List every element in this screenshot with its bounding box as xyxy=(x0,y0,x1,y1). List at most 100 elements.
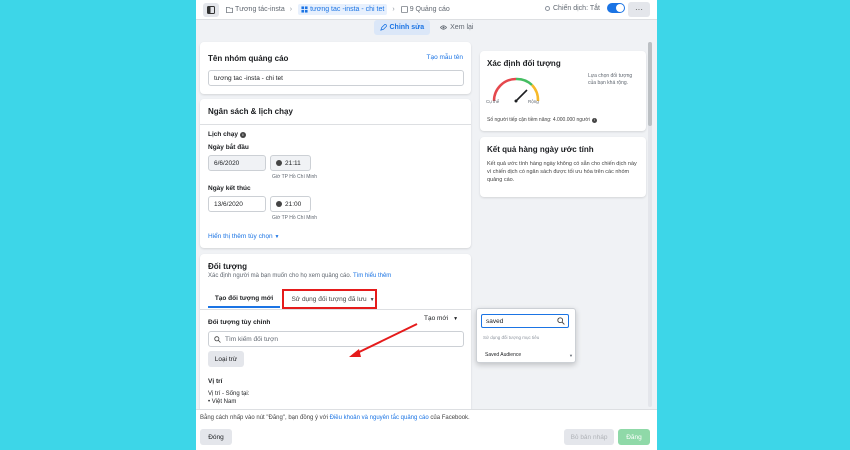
sidebar-toggle-button[interactable] xyxy=(203,2,219,17)
start-time-input[interactable]: 21:11 xyxy=(270,155,311,171)
saved-audience-search-input[interactable]: saved xyxy=(481,314,569,328)
terms-link[interactable]: Điều khoản và nguyên tắc quảng cáo xyxy=(330,415,429,421)
potential-reach-text: Số người tiếp cận tiềm năng: 4.000.000 n… xyxy=(487,117,590,123)
saved-audience-option[interactable]: Saved Audience xyxy=(477,349,569,360)
potential-reach: Số người tiếp cận tiềm năng: 4.000.000 n… xyxy=(487,117,597,123)
breadcrumb-separator: › xyxy=(392,6,395,13)
budget-schedule-card: Ngân sách & lịch chạy Lịch chạy i Ngày b… xyxy=(200,99,471,248)
tab-review[interactable]: Xem lại xyxy=(434,20,479,35)
gauge-note: Lựa chọn đối tượng của bạn khá rộng. xyxy=(588,73,633,86)
audience-search-placeholder: Tìm kiếm đối tượn xyxy=(225,335,279,343)
dropdown-scroll-down-icon[interactable]: ▼ xyxy=(569,353,573,358)
scrollbar-thumb[interactable] xyxy=(648,42,652,126)
custom-audience-label: Đối tượng tùy chỉnh xyxy=(208,319,271,326)
info-icon: i xyxy=(239,131,246,138)
start-time-value: 21:11 xyxy=(285,159,301,167)
caret-down-icon: ▼ xyxy=(274,234,280,240)
ads-manager-window: Tương tác-insta › tương tac -insta - chi… xyxy=(196,0,657,450)
tab-create-new-audience[interactable]: Tạo đối tượng mới xyxy=(208,291,280,308)
end-date-label: Ngày kết thúc xyxy=(208,185,251,192)
breadcrumb-adset-label: tương tac -insta - chi tet xyxy=(310,6,385,13)
more-options-button[interactable]: ··· xyxy=(628,2,650,17)
location-list-item: • Việt Nam xyxy=(208,399,236,405)
adset-name-input[interactable]: tương tac -insta - chi tet xyxy=(208,70,464,86)
show-more-options-link[interactable]: Hiển thị thêm tùy chọn ▼ xyxy=(208,233,279,240)
terms-notice: Bằng cách nhấp vào nút "Đăng", bạn đồng … xyxy=(200,415,470,421)
campaign-toggle[interactable] xyxy=(606,3,625,13)
end-date-input[interactable]: 13/6/2020 xyxy=(208,196,266,212)
gauge-left-label: Cụ thể xyxy=(486,99,500,104)
clock-icon xyxy=(276,160,282,166)
breadcrumb-adset[interactable]: tương tac -insta - chi tet xyxy=(298,4,388,15)
folder-icon xyxy=(226,6,233,13)
bullet-icon: • xyxy=(208,399,211,405)
create-new-button[interactable]: Tạo mới ▼ xyxy=(424,315,458,322)
grid-icon xyxy=(301,6,308,13)
definition-title: Xác định đối tượng xyxy=(487,59,561,68)
tab-create-new-label: Tạo đối tượng mới xyxy=(214,295,274,302)
exclude-button[interactable]: Loại trừ xyxy=(208,351,244,367)
search-icon xyxy=(214,335,221,343)
status-dot-icon xyxy=(545,5,550,11)
info-icon: i xyxy=(591,117,597,123)
create-name-template-link[interactable]: Tạo mẫu tên xyxy=(427,54,464,61)
divider xyxy=(200,124,471,125)
campaign-status-label: Chiến dịch: Tắt xyxy=(553,4,600,12)
mode-tabs: Chỉnh sửa Xem lại xyxy=(196,16,657,38)
breadcrumb-ads-label: 9 Quảng cáo xyxy=(409,6,450,13)
daily-results-text: Kết quả ước tính hàng ngày không có sẵn … xyxy=(487,161,637,183)
audience-description: Xác định người mà bạn muốn cho họ xem qu… xyxy=(208,273,391,279)
publish-button-label: Đăng xyxy=(626,433,642,441)
dropdown-hint: Sử dụng đối tượng mục tiêu xyxy=(483,335,540,340)
learn-more-link[interactable]: Tìm hiểu thêm xyxy=(353,273,391,279)
pencil-icon xyxy=(379,23,387,31)
terms-prefix: Bằng cách nhấp vào nút "Đăng", bạn đồng … xyxy=(200,415,330,421)
caret-down-icon: ▼ xyxy=(453,315,459,322)
scrollbar[interactable] xyxy=(648,42,652,407)
end-time-input[interactable]: 21:00 xyxy=(270,196,311,212)
breadcrumb-separator: › xyxy=(289,6,293,13)
clock-icon xyxy=(276,201,282,207)
audience-definition-card: Xác định đối tượng Cụ thể Rộng Lựa chọn … xyxy=(480,51,646,131)
adset-name-card: Tên nhóm quảng cáo Tạo mẫu tên tương tac… xyxy=(200,42,471,94)
sidebar-icon xyxy=(207,5,215,14)
breadcrumb-campaign-label: Tương tác-insta xyxy=(235,6,285,13)
audience-search-input[interactable]: Tìm kiếm đối tượn xyxy=(208,331,464,347)
terms-suffix: của Facebook. xyxy=(428,415,470,421)
audience-title: Đối tượng xyxy=(208,262,248,271)
ad-icon xyxy=(400,6,408,13)
start-date-input[interactable]: 6/6/2020 xyxy=(208,155,266,171)
publish-button[interactable]: Đăng xyxy=(618,429,650,445)
start-timezone: Giờ TP Hồ Chí Minh xyxy=(272,174,318,180)
eye-icon xyxy=(440,24,448,30)
schedule-label: Lịch chạy i xyxy=(208,131,246,138)
search-icon xyxy=(557,317,565,325)
saved-audience-dropdown: saved Sử dụng đối tượng mục tiêu Saved A… xyxy=(476,308,576,363)
breadcrumb-campaign[interactable]: Tương tác-insta xyxy=(226,6,285,13)
start-date-label: Ngày bắt đầu xyxy=(208,144,249,151)
audience-card: Đối tượng Xác định người mà bạn muốn cho… xyxy=(200,254,471,414)
daily-results-card: Kết quả hàng ngày ước tính Kết quả ước t… xyxy=(480,137,646,197)
create-new-label: Tạo mới xyxy=(424,315,449,322)
gauge-right-label: Rộng xyxy=(528,99,539,104)
discard-draft-label: Bỏ bản nháp xyxy=(570,433,608,441)
tab-review-label: Xem lại xyxy=(450,23,474,31)
location-item-label: Việt Nam xyxy=(211,399,237,405)
end-time-value: 21:00 xyxy=(285,200,302,208)
divider xyxy=(200,309,471,310)
campaign-status: Chiến dịch: Tắt xyxy=(545,3,625,13)
close-button[interactable]: Đóng xyxy=(200,429,232,445)
footer-bar: Bằng cách nhấp vào nút "Đăng", bạn đồng … xyxy=(196,409,657,450)
show-more-options-label: Hiển thị thêm tùy chọn xyxy=(208,233,273,240)
discard-draft-button[interactable]: Bỏ bản nháp xyxy=(564,429,614,445)
budget-title: Ngân sách & lịch chạy xyxy=(208,107,293,116)
breadcrumb-ads[interactable]: 9 Quảng cáo xyxy=(400,6,450,13)
end-timezone: Giờ TP Hồ Chí Minh xyxy=(272,215,318,221)
audience-description-text: Xác định người mà bạn muốn cho họ xem qu… xyxy=(208,273,352,279)
exclude-label: Loại trừ xyxy=(214,355,238,363)
schedule-label-text: Lịch chạy xyxy=(208,131,238,138)
tab-edit[interactable]: Chỉnh sửa xyxy=(373,19,431,35)
daily-results-title: Kết quả hàng ngày ước tính xyxy=(487,145,594,154)
tab-edit-label: Chỉnh sửa xyxy=(389,23,425,31)
saved-audience-query: saved xyxy=(486,317,504,325)
